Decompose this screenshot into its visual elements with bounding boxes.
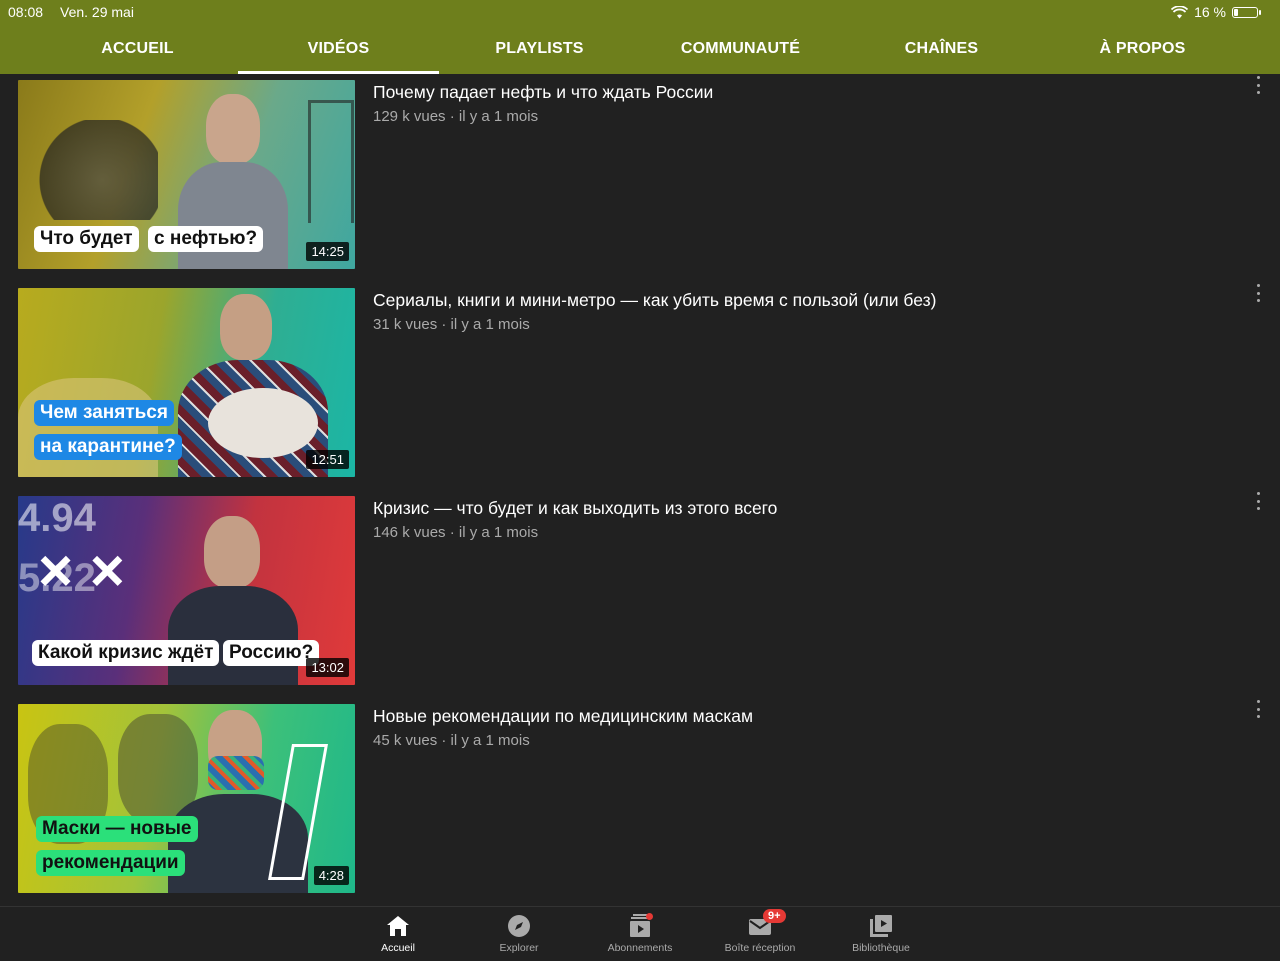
video-item[interactable]: 4.94 5.22 × × Какой кризис ждёт Россию? … [0,490,1280,690]
bottom-navigation: Accueil Explorer Abonnements 9+ Boîte ré… [0,906,1280,961]
nav-accueil[interactable]: Accueil [343,913,453,959]
status-right: 16 % [1171,4,1261,20]
video-meta: 146 k vues · il y a 1 mois [373,524,539,541]
compass-icon [506,913,532,939]
thumbnail-caption: с нефтью? [148,226,264,252]
library-icon [868,913,894,939]
video-meta: 129 k vues · il y a 1 mois [373,108,539,125]
video-item[interactable]: Чем заняться на карантине? 12:51 Сериалы… [0,282,1280,482]
thumbnail-caption: Россию? [223,640,320,666]
video-duration: 14:25 [306,242,349,261]
app-header: 08:08 Ven. 29 mai 16 % ACCUEIL VIDÉOS PL… [0,0,1280,74]
thumbnail-caption: Маски — новые [36,816,198,842]
video-item[interactable]: Маски — новые рекомендации 4:28 Новые ре… [0,698,1280,898]
inbox-badge: 9+ [763,909,786,923]
status-time: 08:08 [8,4,44,20]
video-thumbnail[interactable]: Маски — новые рекомендации 4:28 [18,704,355,893]
tab-videos[interactable]: VIDÉOS [238,24,439,74]
more-options-icon[interactable] [1252,492,1264,510]
nav-label: Abonnements [607,942,673,954]
nav-boite-reception[interactable]: 9+ Boîte réception [705,909,815,959]
tab-communaute[interactable]: COMMUNAUTÉ [640,24,841,74]
video-list: Что будет с нефтью? 14:25 Почему падает … [0,74,1280,906]
subscriptions-icon [627,913,653,939]
thumbnail-caption: Чем заняться [34,400,174,426]
nav-label: Explorer [499,942,539,954]
video-meta: 45 k vues · il y a 1 mois [373,732,530,749]
thumbnail-caption: Какой кризис ждёт [32,640,220,666]
video-item[interactable]: Что будет с нефтью? 14:25 Почему падает … [0,74,1280,274]
video-meta: 31 k vues · il y a 1 mois [373,316,530,333]
battery-percent: 16 % [1194,4,1226,20]
video-title[interactable]: Кризис — что будет и как выходить из это… [373,498,777,519]
nav-bibliotheque[interactable]: Bibliothèque [826,913,936,959]
status-date: Ven. 29 mai [60,4,134,20]
video-title[interactable]: Почему падает нефть и что ждать России [373,82,713,103]
tab-accueil[interactable]: ACCUEIL [37,24,238,74]
more-options-icon[interactable] [1252,76,1264,94]
channel-tabs: ACCUEIL VIDÉOS PLAYLISTS COMMUNAUTÉ CHAÎ… [37,24,1243,74]
home-icon [385,913,411,939]
video-thumbnail[interactable]: Что будет с нефтью? 14:25 [18,80,355,269]
tab-a-propos[interactable]: À PROPOS [1042,24,1243,74]
video-thumbnail[interactable]: Чем заняться на карантине? 12:51 [18,288,355,477]
video-duration: 13:02 [306,658,349,677]
thumbnail-caption: Что будет [34,226,139,252]
nav-label: Accueil [381,942,415,954]
thumbnail-caption: на карантине? [34,434,182,460]
video-title[interactable]: Сериалы, книги и мини-метро — как убить … [373,290,936,311]
battery-fill [1234,8,1238,16]
more-options-icon[interactable] [1252,284,1264,302]
status-bar: 08:08 Ven. 29 mai 16 % [0,0,1280,24]
nav-explorer[interactable]: Explorer [464,913,574,959]
nav-label: Boîte réception [724,942,796,954]
tab-playlists[interactable]: PLAYLISTS [439,24,640,74]
video-duration: 4:28 [313,866,349,885]
nav-abonnements[interactable]: Abonnements [585,913,695,959]
video-thumbnail[interactable]: 4.94 5.22 × × Какой кризис ждёт Россию? … [18,496,355,685]
more-options-icon[interactable] [1252,700,1264,718]
notification-dot [646,913,653,920]
video-duration: 12:51 [306,450,349,469]
nav-label: Bibliothèque [852,942,910,954]
wifi-icon [1171,5,1189,18]
battery-icon [1232,6,1261,18]
video-title[interactable]: Новые рекомендации по медицинским маскам [373,706,753,727]
thumbnail-caption: рекомендации [36,850,185,876]
inbox-icon: 9+ [747,909,786,939]
tab-chaines[interactable]: CHAÎNES [841,24,1042,74]
